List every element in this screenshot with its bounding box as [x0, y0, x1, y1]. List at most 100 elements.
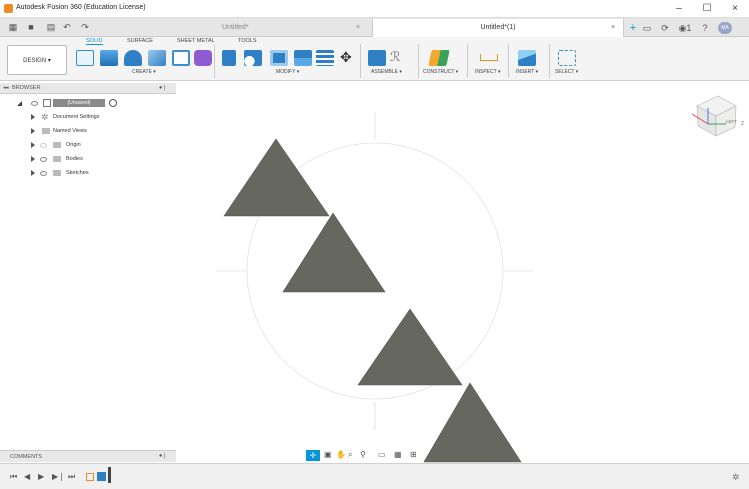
measure-icon[interactable]: [480, 54, 498, 61]
browser-header[interactable]: ◂◂ BROWSER ●❘: [0, 83, 176, 94]
browser-pin-icon[interactable]: ●❘: [159, 85, 167, 91]
save-icon[interactable]: ▤: [46, 22, 56, 32]
tab-tools[interactable]: TOOLS: [238, 38, 257, 44]
step-forward-icon[interactable]: ▶❘: [52, 472, 65, 481]
construct-menu[interactable]: CONSTRUCT ▾: [423, 69, 458, 75]
extrude-icon[interactable]: [100, 50, 118, 66]
triangle-body[interactable]: [282, 212, 386, 293]
browser-item-bodies[interactable]: Bodies: [31, 154, 171, 164]
shell-icon[interactable]: [294, 50, 312, 66]
fit-icon[interactable]: ⚲: [360, 450, 366, 459]
divider: [360, 44, 361, 78]
new-component-icon[interactable]: [368, 50, 386, 66]
ribbon: SOLID SURFACE SHEET METAL TOOLS DESIGN ▾…: [0, 37, 749, 81]
undo-icon[interactable]: ↶: [62, 22, 72, 32]
press-pull-icon[interactable]: [222, 50, 236, 66]
triangle-body[interactable]: [223, 138, 330, 217]
refresh-icon[interactable]: ⟳: [660, 23, 670, 33]
help-icon[interactable]: ?: [700, 23, 710, 33]
app-grid-icon[interactable]: ▦: [8, 22, 18, 32]
close-button[interactable]: ×: [721, 0, 749, 18]
loft-icon[interactable]: [172, 50, 190, 66]
inspect-menu[interactable]: INSPECT ▾: [475, 69, 500, 75]
comments-panel[interactable]: COMMENTS ●❘: [0, 450, 176, 462]
visibility-icon[interactable]: [31, 101, 38, 106]
timeline-sketch-icon[interactable]: [86, 473, 94, 481]
divider: [214, 44, 215, 78]
zoom-icon[interactable]: ⌕: [348, 450, 352, 460]
folder-icon: [42, 128, 50, 134]
timeline-extrude-icon[interactable]: [97, 472, 106, 481]
create-menu[interactable]: CREATE ▾: [132, 69, 156, 75]
expand-icon[interactable]: [31, 114, 35, 120]
minimize-button[interactable]: –: [665, 0, 693, 18]
assemble-menu[interactable]: ASSEMBLE ▾: [371, 69, 402, 75]
file-menu-icon[interactable]: ■: [26, 22, 36, 32]
timeline-marker[interactable]: [108, 467, 111, 483]
browser-item-sketches[interactable]: Sketches: [31, 168, 171, 178]
expand-icon[interactable]: [31, 170, 35, 176]
tab-sheet-metal[interactable]: SHEET METAL: [177, 38, 215, 44]
visibility-icon[interactable]: [40, 157, 47, 162]
window-title: Autodesk Fusion 360 (Education License): [16, 4, 146, 11]
offset-plane-icon[interactable]: [428, 50, 450, 66]
create-sketch-icon[interactable]: [76, 50, 94, 66]
insert-menu[interactable]: INSERT ▾: [516, 69, 538, 75]
joint-icon[interactable]: ℛ: [390, 49, 400, 65]
tab-untitled[interactable]: Untitled* ×: [210, 19, 370, 37]
collapse-browser-icon[interactable]: ◂◂: [3, 85, 9, 91]
timeline-settings-icon[interactable]: ✲: [732, 472, 740, 483]
select-menu[interactable]: SELECT ▾: [555, 69, 578, 75]
go-to-end-icon[interactable]: ⏭: [68, 472, 75, 482]
triangle-body[interactable]: [357, 308, 463, 386]
browser-item-origin[interactable]: Origin: [31, 140, 171, 150]
sweep-icon[interactable]: [148, 50, 166, 66]
redo-icon[interactable]: ↷: [80, 22, 90, 32]
activate-radio[interactable]: [109, 99, 117, 107]
insert-image-icon[interactable]: [518, 50, 536, 66]
extensions-icon[interactable]: ▭: [642, 23, 652, 33]
visibility-icon[interactable]: [40, 143, 47, 148]
item-label: Sketches: [66, 170, 89, 176]
new-tab-icon[interactable]: +: [628, 23, 638, 34]
timeline-bar: ⏮ ◀ ▶ ▶❘ ⏭ ✲: [0, 463, 749, 489]
expand-icon[interactable]: [31, 128, 35, 134]
expand-icon[interactable]: [31, 142, 35, 148]
look-at-icon[interactable]: ▣: [324, 450, 332, 459]
move-icon[interactable]: ✥: [340, 49, 352, 66]
visibility-icon[interactable]: [40, 171, 47, 176]
expand-icon[interactable]: [17, 101, 22, 106]
job-status-icon[interactable]: ◉1: [676, 23, 694, 33]
tab-surface[interactable]: SURFACE: [127, 38, 153, 44]
close-tab-icon[interactable]: ×: [356, 19, 360, 37]
maximize-button[interactable]: ☐: [693, 0, 721, 18]
comments-add-icon[interactable]: ●❘: [159, 453, 167, 459]
browser-item-named-views[interactable]: Named Views: [31, 126, 171, 136]
display-settings-icon[interactable]: ▭: [378, 450, 386, 459]
play-icon[interactable]: ▶: [38, 472, 44, 481]
chamfer-icon[interactable]: [270, 50, 288, 66]
orbit-constrained-icon[interactable]: ✛: [306, 450, 320, 461]
close-tab-icon[interactable]: ×: [611, 19, 615, 37]
browser-root[interactable]: (Unsaved): [17, 98, 157, 108]
tab-untitled-1[interactable]: Untitled*(1) ×: [372, 19, 624, 37]
combine-icon[interactable]: [316, 50, 334, 66]
select-icon[interactable]: [558, 50, 576, 66]
viewcube[interactable]: LEFT Z: [691, 95, 744, 137]
viewports-icon[interactable]: ⊞: [410, 450, 417, 459]
pan-icon[interactable]: ✋: [336, 450, 346, 459]
step-back-icon[interactable]: ◀: [24, 472, 30, 481]
form-icon[interactable]: [194, 50, 212, 66]
tab-solid[interactable]: SOLID: [86, 38, 103, 45]
go-to-start-icon[interactable]: ⏮: [10, 472, 17, 482]
expand-icon[interactable]: [31, 156, 35, 162]
design-canvas[interactable]: LEFT Z: [177, 84, 749, 463]
revolve-icon[interactable]: [124, 50, 142, 66]
workspace-selector[interactable]: DESIGN ▾: [7, 45, 67, 75]
modify-menu[interactable]: MODIFY ▾: [276, 69, 299, 75]
document-icon: [43, 99, 51, 107]
user-avatar[interactable]: MA: [718, 22, 732, 34]
grid-icon[interactable]: ▦: [394, 450, 402, 459]
fillet-icon[interactable]: [244, 50, 262, 66]
browser-item-document-settings[interactable]: ✲ Document Settings: [31, 112, 171, 122]
